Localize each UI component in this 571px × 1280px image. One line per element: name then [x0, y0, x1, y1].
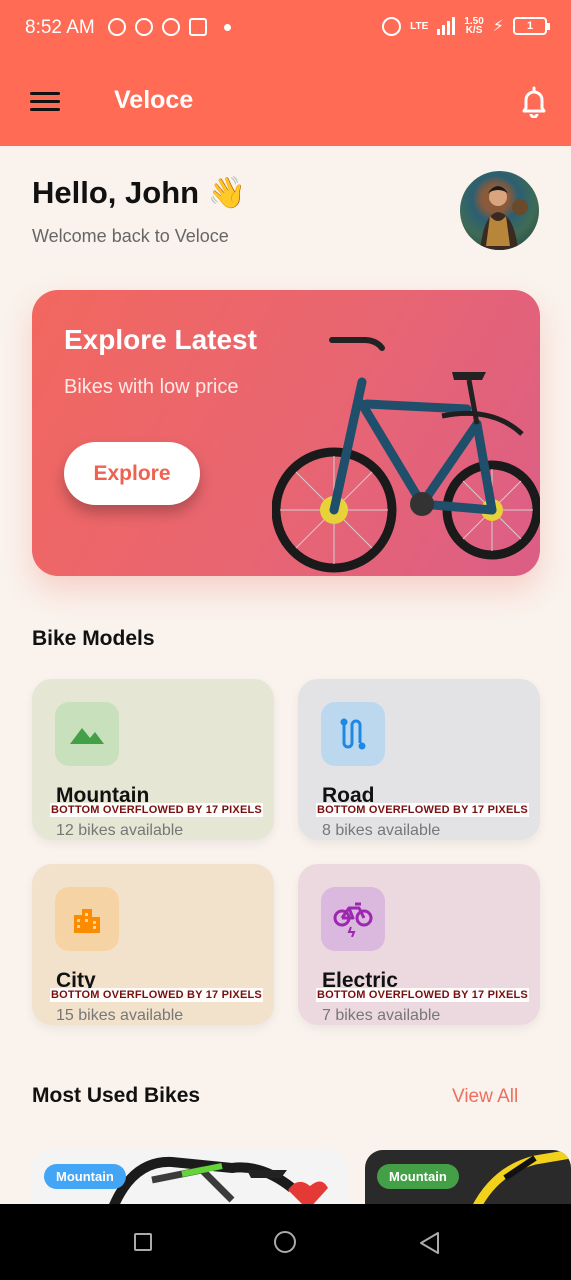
mountain-icon — [55, 702, 119, 766]
overflow-warning: BOTTOM OVERFLOWED BY 17 PIXELS — [316, 803, 529, 817]
bell-icon[interactable] — [521, 86, 547, 118]
back-icon[interactable] — [418, 1231, 440, 1255]
system-navigation-bar — [0, 1204, 571, 1280]
model-card-road[interactable]: Road 8 bikes available BOTTOM OVERFLOWED… — [298, 679, 540, 840]
more-notifications-dot — [224, 23, 231, 31]
contact-icon — [189, 18, 207, 36]
city-icon — [55, 887, 119, 951]
greeting-title: Hello, John 👋 — [32, 175, 247, 210]
model-card-city[interactable]: City 15 bikes available BOTTOM OVERFLOWE… — [32, 864, 274, 1025]
network-type: LTE — [410, 20, 429, 32]
system-icons: LTE 1.50 K/S ⚡ 1 — [382, 16, 550, 36]
bike-category-tag: Mountain — [44, 1164, 126, 1189]
charging-icon: ⚡ — [492, 18, 504, 35]
telegram-icon — [162, 18, 180, 36]
used-bike-card[interactable]: Mountain — [32, 1150, 349, 1210]
route-icon — [321, 702, 385, 766]
bike-image — [272, 337, 540, 573]
banner-subtitle: Bikes with low price — [64, 376, 239, 398]
signal-icon — [437, 17, 456, 35]
model-count: 8 bikes available — [322, 822, 441, 839]
notification-icons — [108, 18, 231, 36]
section-title-bike-models: Bike Models — [32, 627, 155, 650]
speed-unit: K/S — [465, 25, 483, 36]
battery-icon: 1 — [513, 17, 550, 35]
avatar[interactable] — [460, 171, 539, 250]
network-speed: 1.50 K/S — [464, 17, 483, 36]
overflow-warning: BOTTOM OVERFLOWED BY 17 PIXELS — [50, 988, 263, 1002]
section-title-most-used: Most Used Bikes — [32, 1084, 201, 1107]
model-count: 12 bikes available — [56, 822, 184, 839]
bike-category-tag: Mountain — [377, 1164, 459, 1189]
home-icon[interactable] — [274, 1231, 296, 1253]
messenger-icon — [135, 18, 153, 36]
banner-title: Explore Latest — [64, 324, 257, 355]
model-count: 15 bikes available — [56, 1007, 184, 1024]
status-bar: 8:52 AM LTE 1.50 K/S ⚡ 1 — [0, 0, 571, 58]
recents-icon[interactable] — [134, 1233, 152, 1251]
used-bike-card[interactable]: Mountain — [365, 1150, 571, 1210]
avatar-photo — [480, 186, 528, 250]
alarm-icon — [382, 16, 402, 36]
battery-level: 1 — [526, 20, 534, 32]
app-title: Veloce — [114, 86, 194, 114]
overflow-warning: BOTTOM OVERFLOWED BY 17 PIXELS — [316, 988, 529, 1002]
electric-bike-icon — [321, 887, 385, 951]
promo-banner: Explore Latest Bikes with low price Expl… — [32, 290, 540, 576]
menu-icon[interactable] — [30, 92, 60, 112]
model-count: 7 bikes available — [322, 1007, 441, 1024]
model-card-mountain[interactable]: Mountain 12 bikes available BOTTOM OVERF… — [32, 679, 274, 840]
app-bar: Veloce — [0, 58, 571, 146]
greeting-subtitle: Welcome back to Veloce — [32, 226, 229, 246]
overflow-warning: BOTTOM OVERFLOWED BY 17 PIXELS — [50, 803, 263, 817]
facebook-icon — [108, 18, 126, 36]
explore-button[interactable]: Explore — [64, 442, 200, 505]
model-card-electric[interactable]: Electric 7 bikes available BOTTOM OVERFL… — [298, 864, 540, 1025]
view-all-link[interactable]: View All — [452, 1086, 518, 1108]
status-time: 8:52 AM — [25, 17, 95, 38]
